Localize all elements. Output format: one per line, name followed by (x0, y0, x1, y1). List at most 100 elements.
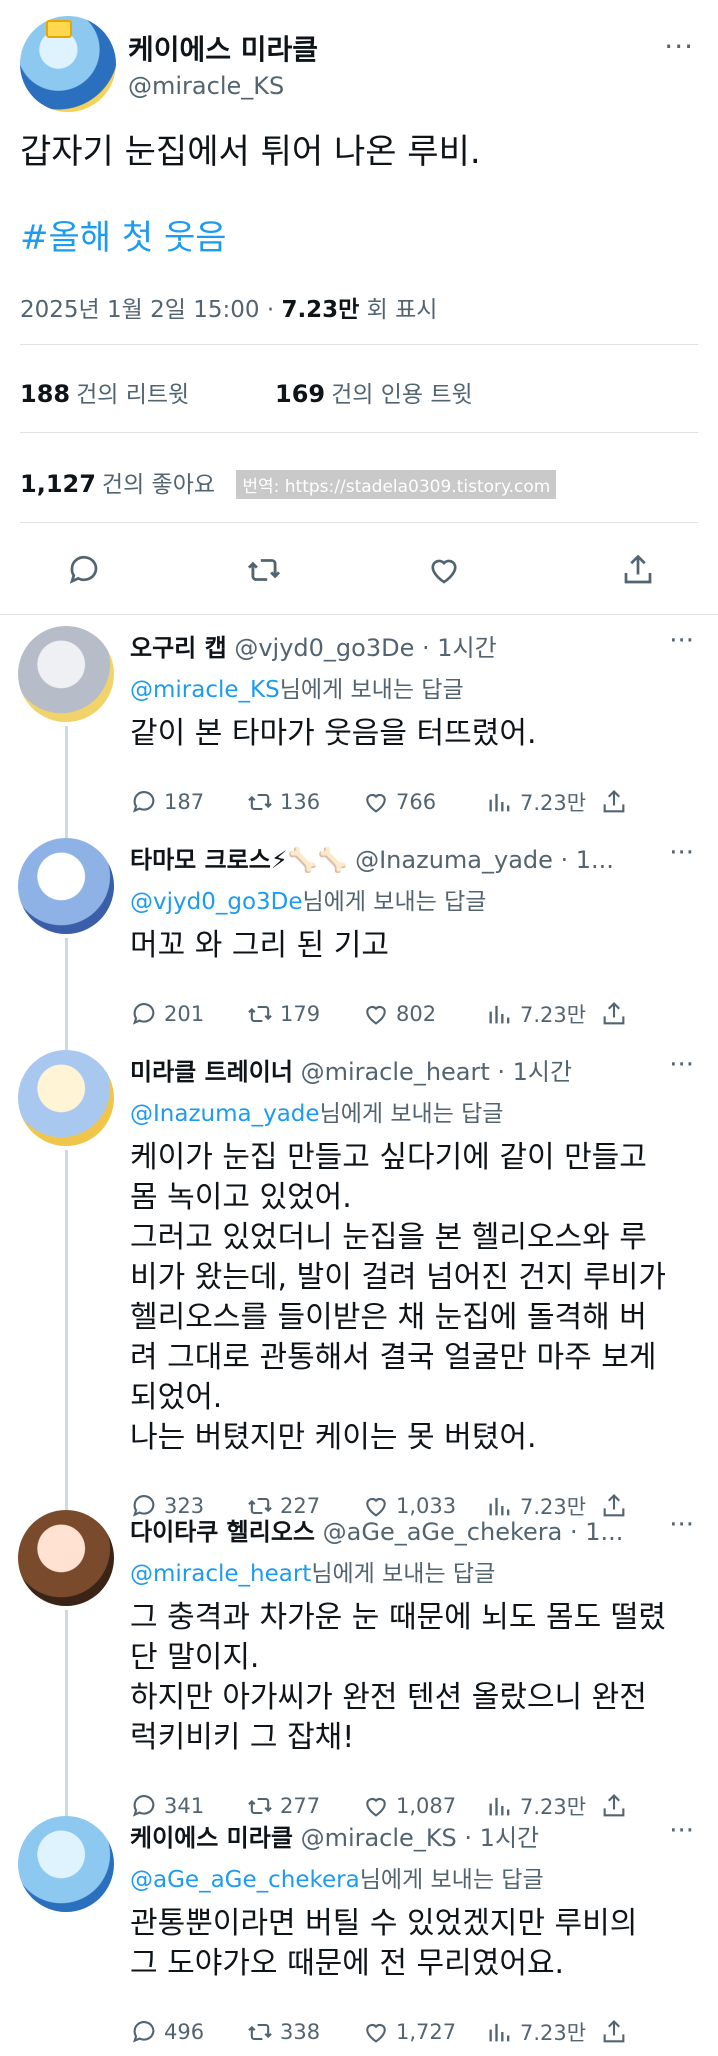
view-count: 7.23만 (520, 2021, 587, 2045)
reply-avatar[interactable] (18, 838, 114, 934)
retweet-stat[interactable]: 188 건의 리트윗 (20, 380, 189, 408)
more-options-icon[interactable]: ··· (669, 1816, 694, 1846)
more-options-icon[interactable]: ··· (669, 1510, 694, 1540)
view-count: 7.23만 (520, 1003, 587, 1027)
reply-avatar[interactable] (18, 626, 114, 722)
reply-to-suffix: 님에게 보내는 답글 (311, 1561, 496, 1587)
more-options-icon[interactable]: ··· (669, 1050, 694, 1080)
more-options-icon[interactable]: ··· (669, 838, 694, 868)
like-icon (366, 1005, 386, 1025)
author-name[interactable]: 케이에스 미라클 (128, 28, 318, 68)
reply-avatar[interactable] (18, 1816, 114, 1912)
views-button[interactable]: 7.23만 (486, 996, 586, 1032)
more-options-icon[interactable]: ··· (664, 30, 694, 63)
reply-tweet[interactable]: 케이에스 미라클 @miracle_KS · 1시간 ··· @aGe_aGe_… (0, 1808, 718, 2056)
reply-to-mention[interactable]: @miracle_heart (130, 1561, 311, 1587)
section-divider (0, 614, 718, 615)
reply-author-name[interactable]: 케이에스 미라클 (130, 1824, 293, 1852)
retweet-count: 179 (280, 1002, 321, 1026)
divider (20, 344, 698, 345)
like-count-button[interactable]: 802 (362, 996, 436, 1032)
reply-author-handle[interactable]: @aGe_aGe_chekera · 1... (323, 1518, 624, 1546)
retweet-icon (248, 2023, 272, 2041)
divider (20, 522, 698, 523)
reply-author-name[interactable]: 다이타쿠 헬리오스 (130, 1518, 315, 1546)
reply-icon[interactable] (62, 548, 106, 592)
view-label: 회 표시 (366, 297, 438, 323)
reply-avatar[interactable] (18, 1510, 114, 1606)
tweet-datetime[interactable]: 2025년 1월 2일 15:00 (20, 297, 260, 323)
reply-avatar[interactable] (18, 1050, 114, 1146)
share-icon (603, 2020, 625, 2043)
share-button[interactable] (600, 784, 628, 820)
reply-author-handle[interactable]: @Inazuma_yade · 1... (355, 846, 614, 874)
translation-watermark: 번역: https://stadela0309.tistory.com (236, 470, 557, 499)
reply-to-suffix: 님에게 보내는 답글 (319, 1101, 504, 1127)
replying-to: @Inazuma_yade님에게 보내는 답글 (130, 1094, 503, 1128)
author-handle[interactable]: @miracle_KS (128, 72, 284, 100)
reply-to-mention[interactable]: @aGe_aGe_chekera (130, 1867, 360, 1893)
reply-author-name[interactable]: 미라클 트레이너 (130, 1058, 293, 1086)
retweet-quote-stats: 188 건의 리트윗 169 건의 인용 트윗 (20, 375, 473, 409)
thread-line (65, 1150, 68, 1510)
reply-text: 머꼬 와 그리 된 기고 (130, 928, 389, 963)
tweet-text: 갑자기 눈집에서 튀어 나온 루비. (20, 132, 481, 172)
reply-to-mention[interactable]: @Inazuma_yade (130, 1101, 320, 1127)
reply-icon (132, 2021, 155, 2043)
share-button[interactable] (600, 2014, 628, 2050)
reply-tweet[interactable]: 미라클 트레이너 @miracle_heart · 1시간 ··· @Inazu… (0, 1042, 718, 1519)
retweet-count-button[interactable]: 338 (246, 2014, 320, 2050)
author-avatar[interactable] (20, 16, 116, 112)
retweet-count-button[interactable]: 179 (246, 996, 320, 1032)
replying-to: @miracle_KS님에게 보내는 답글 (130, 670, 464, 704)
reply-header: 케이에스 미라클 @miracle_KS · 1시간 (130, 1818, 670, 1853)
reply-author-handle[interactable]: @miracle_KS · 1시간 (301, 1824, 540, 1852)
reply-to-suffix: 님에게 보내는 답글 (302, 889, 487, 915)
reply-tweet[interactable]: 오구리 캡 @vjyd0_go3De · 1시간 ··· @miracle_KS… (0, 618, 718, 838)
likes-stat[interactable]: 1,127 건의 좋아요 (20, 470, 215, 498)
reply-count-button[interactable]: 187 (130, 784, 204, 820)
quote-stat[interactable]: 169 건의 인용 트윗 (275, 375, 473, 409)
replying-to: @aGe_aGe_chekera님에게 보내는 답글 (130, 1860, 544, 1894)
views-chart-icon (489, 2023, 510, 2042)
share-icon (603, 1002, 625, 1025)
thread-line (65, 938, 68, 1050)
reply-author-handle[interactable]: @vjyd0_go3De · 1시간 (234, 634, 496, 662)
reply-to-mention[interactable]: @vjyd0_go3De (130, 889, 303, 915)
reply-tweet[interactable]: 타마모 크로스⚡🦴🦴 @Inazuma_yade · 1... ··· @vjy… (0, 830, 718, 1050)
view-count: 7.23만 (520, 791, 587, 815)
share-icon[interactable] (616, 548, 660, 592)
reply-header: 오구리 캡 @vjyd0_go3De · 1시간 (130, 628, 670, 663)
share-button[interactable] (600, 996, 628, 1032)
views-button[interactable]: 7.23만 (486, 784, 586, 820)
meta-dot: · (266, 297, 275, 323)
retweet-count: 136 (280, 790, 321, 814)
like-count-button[interactable]: 1,727 (362, 2014, 456, 2050)
reply-header: 다이타쿠 헬리오스 @aGe_aGe_chekera · 1... (130, 1512, 670, 1547)
reply-action-bar: 496 338 1,727 7.23만 (130, 2014, 690, 2050)
tweet-meta: 2025년 1월 2일 15:00 · 7.23만 회 표시 (20, 290, 437, 324)
share-icon (603, 790, 625, 813)
hashtag-link[interactable]: #올해 첫 웃음 (20, 210, 227, 259)
views-button[interactable]: 7.23만 (486, 2014, 586, 2050)
like-icon (366, 2023, 386, 2043)
reply-count-button[interactable]: 201 (130, 996, 204, 1032)
reply-to-suffix: 님에게 보내는 답글 (359, 1867, 544, 1893)
reply-to-mention[interactable]: @miracle_KS (130, 677, 280, 703)
reply-text: 관통뿐이라면 버틸 수 있었겠지만 루비의 그 도야가오 때문에 전 무리였어요… (130, 1906, 638, 1981)
like-count-button[interactable]: 766 (362, 784, 436, 820)
like-icon[interactable] (422, 548, 466, 592)
retweet-count-button[interactable]: 136 (246, 784, 320, 820)
thread-line (65, 726, 68, 838)
reply-author-name[interactable]: 오구리 캡 (130, 634, 227, 662)
reply-header: 타마모 크로스⚡🦴🦴 @Inazuma_yade · 1... (130, 840, 670, 875)
reply-author-handle[interactable]: @miracle_heart · 1시간 (301, 1058, 573, 1086)
retweet-icon[interactable] (242, 548, 286, 592)
retweet-count: 338 (280, 2020, 321, 2044)
reply-author-name[interactable]: 타마모 크로스⚡🦴🦴 (130, 846, 347, 874)
views-chart-icon (489, 793, 510, 812)
divider (20, 432, 698, 433)
reply-tweet[interactable]: 다이타쿠 헬리오스 @aGe_aGe_chekera · 1... ··· @m… (0, 1502, 718, 1819)
more-options-icon[interactable]: ··· (669, 626, 694, 656)
reply-count-button[interactable]: 496 (130, 2014, 204, 2050)
